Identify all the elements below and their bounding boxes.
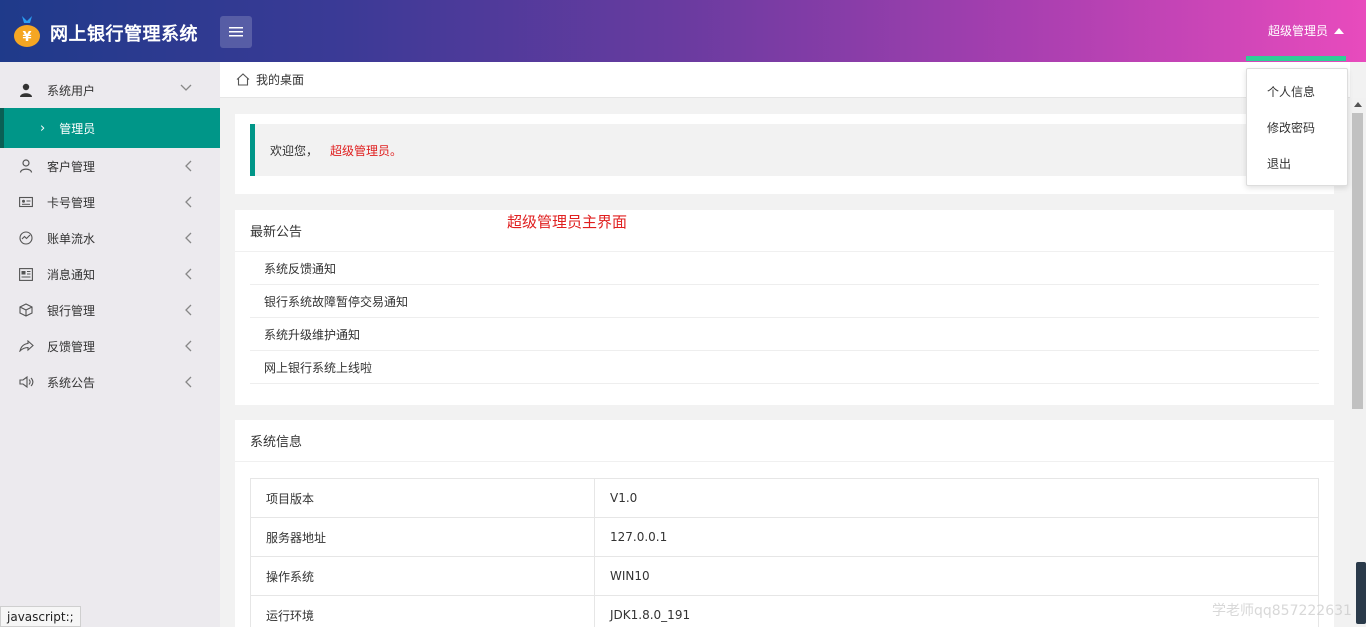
table-row: 项目版本 V1.0: [250, 478, 1319, 518]
hamburger-icon: [229, 27, 243, 37]
sidebar-item-label: 账单流水: [47, 231, 96, 246]
sidebar-item-label: 客户管理: [47, 159, 96, 174]
info-value: V1.0: [594, 478, 1319, 518]
sidebar-item-customers[interactable]: 客户管理: [0, 148, 220, 184]
sidebar-item-banks[interactable]: 银行管理: [0, 292, 220, 328]
scroll-up-arrow-icon[interactable]: [1354, 102, 1362, 107]
notice-item[interactable]: 银行系统故障暂停交易通知: [250, 285, 1319, 318]
notice-card-title: 最新公告: [235, 210, 1334, 252]
menu-item-change-password[interactable]: 修改密码: [1247, 109, 1347, 145]
chevron-left-icon: [185, 304, 192, 316]
menu-toggle-button[interactable]: [220, 16, 252, 48]
chevron-left-icon: [185, 232, 192, 244]
id-card-icon: [18, 194, 34, 210]
welcome-card: 欢迎您， 超级管理员。: [235, 114, 1334, 194]
chevron-down-icon: [180, 84, 192, 91]
sidebar-item-label: 反馈管理: [47, 339, 96, 354]
sidebar-item-cards[interactable]: 卡号管理: [0, 184, 220, 220]
chevron-left-icon: [185, 268, 192, 280]
top-header: ¥ 网上银行管理系统 超级管理员: [0, 0, 1366, 62]
notice-card: 最新公告 系统反馈通知 银行系统故障暂停交易通知 系统升级维护通知 网上银行系统…: [235, 210, 1334, 405]
notice-item[interactable]: 网上银行系统上线啦: [250, 351, 1319, 384]
table-row: 运行环境 JDK1.8.0_191: [250, 595, 1319, 627]
overlay-caption: 超级管理员主界面: [507, 213, 628, 231]
welcome-greeting: 欢迎您，: [270, 143, 319, 158]
sidebar-item-label: 系统用户: [47, 83, 96, 98]
notice-list: 系统反馈通知 银行系统故障暂停交易通知 系统升级维护通知 网上银行系统上线啦: [235, 252, 1334, 384]
chevron-left-icon: [185, 340, 192, 352]
scrollbar-thumb[interactable]: [1352, 113, 1363, 409]
chevron-left-icon: [185, 376, 192, 388]
speaker-icon: [18, 374, 34, 390]
user-menu-active-indicator: [1246, 56, 1346, 61]
table-row: 操作系统 WIN10: [250, 556, 1319, 596]
box-icon: [18, 302, 34, 318]
sidebar-item-feedback[interactable]: 反馈管理: [0, 328, 220, 364]
sidebar-subitem-admin[interactable]: › 管理员: [0, 108, 220, 148]
system-info-table: 项目版本 V1.0 服务器地址 127.0.0.1 操作系统 WIN10 运行环…: [250, 478, 1319, 627]
info-value: 127.0.0.1: [594, 517, 1319, 557]
news-icon: [18, 266, 34, 282]
user-menu-toggle[interactable]: 超级管理员: [1268, 22, 1344, 39]
status-url-tooltip: javascript:;: [0, 606, 81, 627]
home-icon: [236, 73, 250, 86]
share-icon: [18, 338, 34, 354]
chart-circle-icon: [18, 230, 34, 246]
sidebar-item-label: 银行管理: [47, 303, 96, 318]
notice-item[interactable]: 系统升级维护通知: [250, 318, 1319, 351]
info-value: JDK1.8.0_191: [594, 595, 1319, 627]
table-row: 服务器地址 127.0.0.1: [250, 517, 1319, 557]
info-key: 操作系统: [250, 556, 595, 596]
watermark: 学老师qq857222631: [1212, 603, 1352, 619]
sidebar-item-messages[interactable]: 消息通知: [0, 256, 220, 292]
info-value: WIN10: [594, 556, 1319, 596]
sidebar-item-announcements[interactable]: 系统公告: [0, 364, 220, 400]
system-info-card: 系统信息 项目版本 V1.0 服务器地址 127.0.0.1 操作系统 WIN1…: [235, 420, 1334, 627]
breadcrumb: 我的桌面: [220, 62, 1350, 98]
user-solid-icon: [18, 82, 34, 98]
user-dropdown-menu: 个人信息 修改密码 退出: [1246, 68, 1348, 186]
user-name: 超级管理员: [1267, 24, 1328, 38]
breadcrumb-label[interactable]: 我的桌面: [256, 71, 304, 88]
user-outline-icon: [18, 158, 34, 174]
sidebar-item-label: 系统公告: [47, 375, 96, 390]
info-key: 项目版本: [250, 478, 595, 518]
info-key: 服务器地址: [250, 517, 595, 557]
sidebar: 系统用户 › 管理员 客户管理 卡号管理 账单流水 消息通知 银行管理 反馈管理…: [0, 62, 220, 627]
chevron-right-icon: ›: [40, 120, 46, 136]
sidebar-item-bills[interactable]: 账单流水: [0, 220, 220, 256]
svg-text:¥: ¥: [22, 30, 31, 45]
chevron-left-icon: [185, 196, 192, 208]
welcome-user-name: 超级管理员。: [330, 143, 403, 158]
sidebar-item-system-users[interactable]: 系统用户: [0, 72, 220, 108]
info-key: 运行环境: [250, 595, 595, 627]
main-content: 我的桌面 欢迎您， 超级管理员。 最新公告 系统反馈通知 银行系统故障暂停交易通…: [220, 62, 1350, 627]
menu-item-profile[interactable]: 个人信息: [1247, 73, 1347, 109]
chevron-left-icon: [185, 160, 192, 172]
app-title: 网上银行管理系统: [50, 24, 198, 45]
system-info-title: 系统信息: [235, 420, 1334, 462]
caret-up-icon: [1334, 27, 1344, 34]
welcome-banner: 欢迎您， 超级管理员。: [250, 124, 1319, 176]
notice-item[interactable]: 系统反馈通知: [250, 252, 1319, 285]
sidebar-item-label: 卡号管理: [47, 195, 96, 210]
floating-side-widget[interactable]: [1356, 562, 1366, 624]
menu-item-logout[interactable]: 退出: [1247, 145, 1347, 181]
sidebar-subitem-label: 管理员: [59, 121, 96, 136]
money-bag-logo-icon: ¥: [14, 16, 40, 47]
sidebar-item-label: 消息通知: [47, 267, 96, 282]
